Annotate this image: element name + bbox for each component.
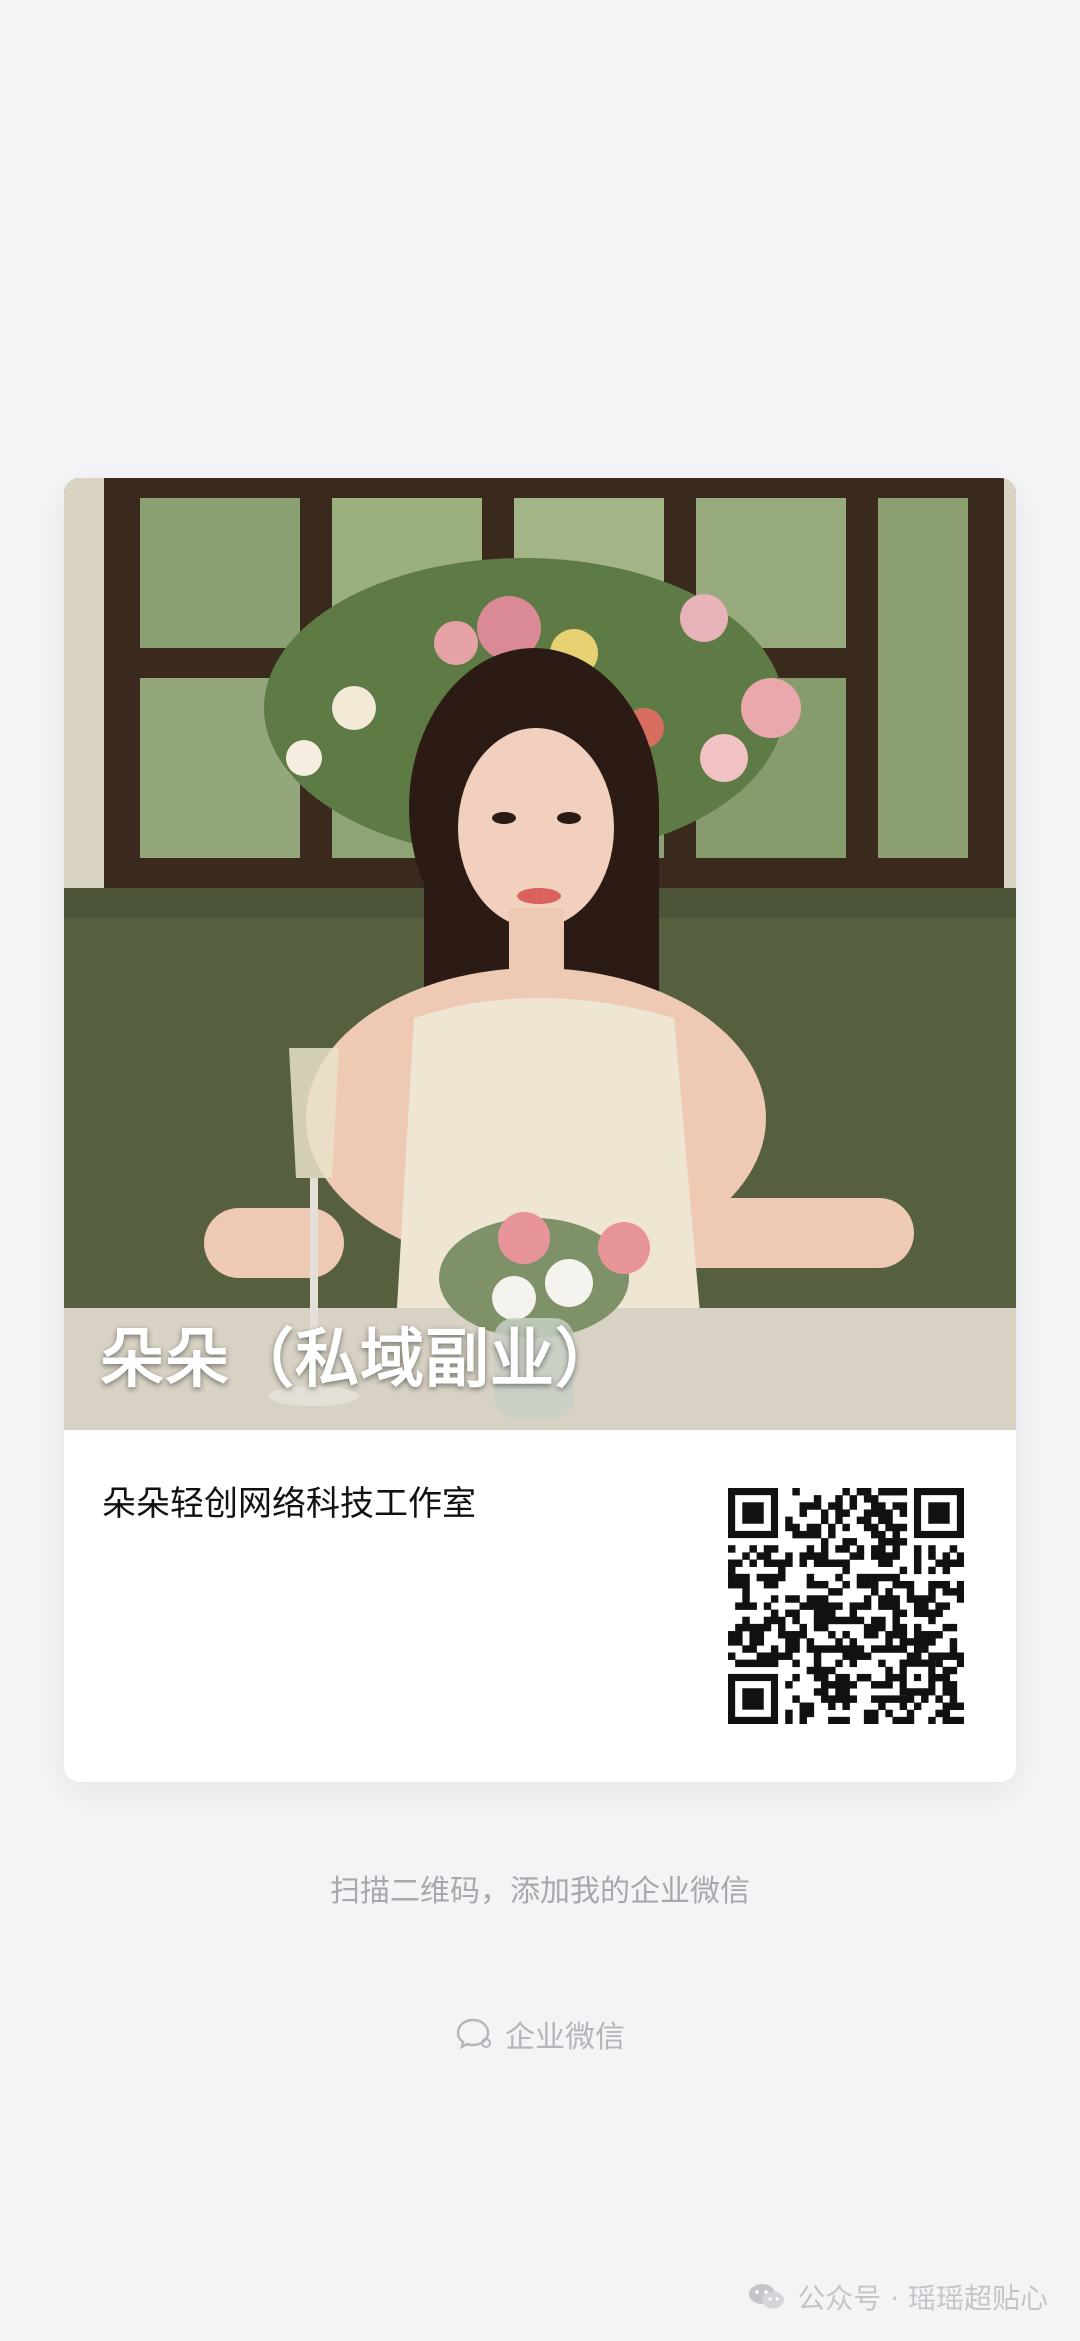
profile-photo: 朵朵（私域副业） (64, 478, 1016, 1430)
watermark: 公众号 · 瑶瑶超贴心 (747, 2277, 1048, 2317)
wecom-brand: 企业微信 (0, 2012, 1080, 2056)
wechat-icon (747, 2281, 787, 2313)
scan-hint: 扫描二维码，添加我的企业微信 (330, 1874, 750, 1909)
watermark-text: 公众号 · 瑶瑶超贴心 (797, 2282, 1048, 2315)
company-name: 朵朵轻创网络科技工作室 (102, 1484, 476, 1524)
contact-card: 朵朵（私域副业） 朵朵轻创网络科技工作室 (64, 478, 1016, 1782)
brand-label: 企业微信 (505, 2020, 625, 2055)
wecom-chat-icon (455, 2016, 495, 2052)
display-name: 朵朵（私域副业） (100, 1323, 620, 1397)
page: 朵朵（私域副业） 朵朵轻创网络科技工作室 扫描二维码，添加我的企业微信 企业微信 (0, 0, 1080, 2341)
qr-code (728, 1488, 965, 1725)
